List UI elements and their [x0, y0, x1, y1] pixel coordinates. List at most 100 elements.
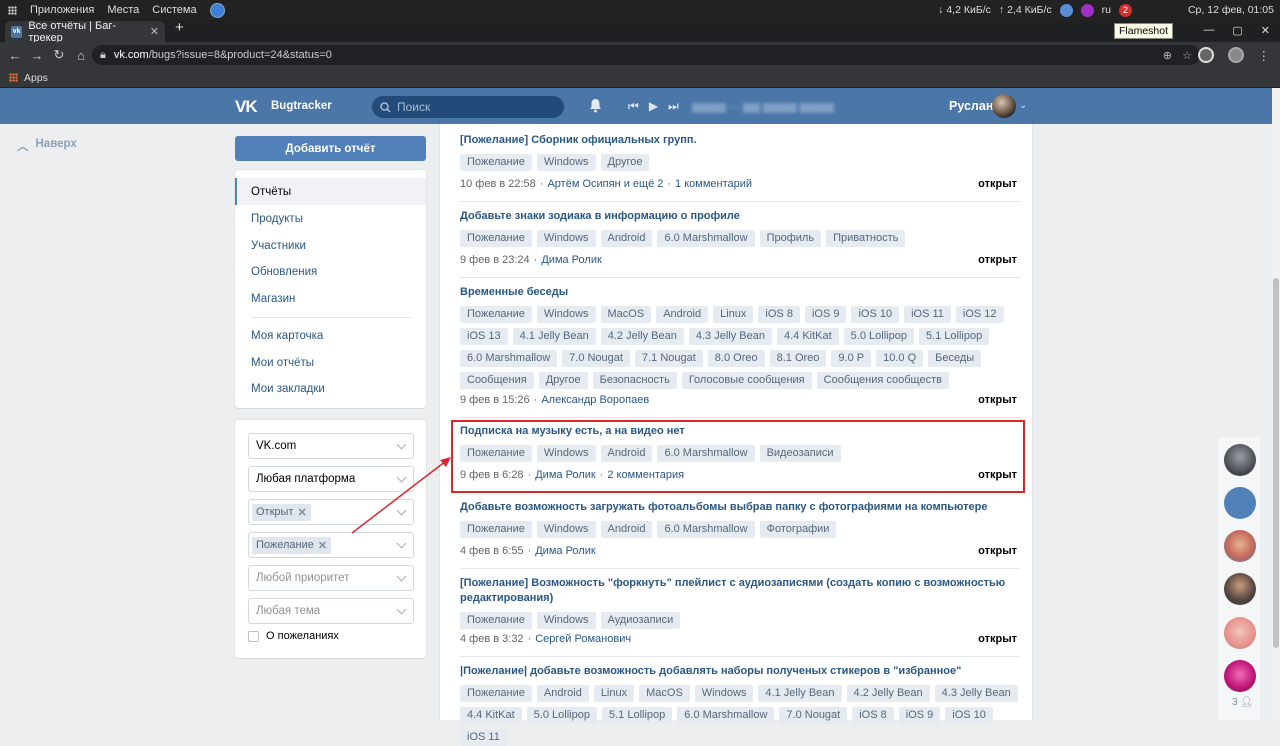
- report-tag[interactable]: Безопасность: [592, 372, 677, 389]
- report-tag[interactable]: Фотографии: [759, 521, 837, 538]
- report-tag[interactable]: 4.2 Jelly Bean: [846, 685, 930, 702]
- report-tag[interactable]: 4.1 Jelly Bean: [758, 685, 842, 702]
- report-tag[interactable]: 4.3 Jelly Bean: [688, 328, 772, 345]
- report-tag[interactable]: Аудиозаписи: [600, 612, 681, 629]
- report-tag[interactable]: iOS 9: [898, 707, 941, 724]
- report-tag[interactable]: Linux: [593, 685, 635, 702]
- report-tag[interactable]: Другое: [600, 154, 650, 171]
- report-tag[interactable]: iOS 11: [460, 729, 507, 746]
- report-tag[interactable]: Пожелание: [460, 612, 532, 629]
- report-tag[interactable]: iOS 8: [852, 707, 894, 724]
- menu-item-updates[interactable]: Обновления: [235, 258, 426, 285]
- menu-item-my-reports[interactable]: Мои отчёты: [235, 349, 426, 376]
- report-tag[interactable]: 6.0 Marshmallow: [657, 521, 755, 538]
- report-tag[interactable]: 6.0 Marshmallow: [460, 350, 558, 367]
- report-author[interactable]: Дима Ролик: [541, 254, 601, 266]
- report-author[interactable]: Дима Ролик: [535, 545, 595, 557]
- user-avatar[interactable]: [992, 94, 1016, 118]
- new-tab-icon[interactable]: +: [175, 19, 184, 36]
- report-title[interactable]: [Пожелание] Сборник официальных групп.: [460, 133, 1020, 148]
- chevron-down-icon[interactable]: ⌄: [1019, 100, 1027, 111]
- browser-tab[interactable]: vk Все отчёты | Баг-трекер ✕: [5, 20, 165, 44]
- report-tag[interactable]: Windows: [536, 154, 596, 171]
- tray-flameshot-icon[interactable]: [1080, 3, 1094, 17]
- report-title[interactable]: Временные беседы: [460, 285, 1020, 300]
- report-tag[interactable]: Windows: [536, 230, 596, 247]
- report-tag[interactable]: Пожелание: [460, 685, 532, 702]
- report-tag[interactable]: 5.1 Lollipop: [601, 707, 673, 724]
- menu-item-my-card[interactable]: Моя карточка: [235, 322, 426, 349]
- report-tag[interactable]: 6.0 Marshmallow: [657, 230, 755, 247]
- report-author[interactable]: Артём Осипян и ещё 2: [547, 178, 663, 190]
- report-title[interactable]: Добавьте знаки зодиака в информацию о пр…: [460, 209, 1020, 224]
- report-tag[interactable]: 4.4 KitKat: [460, 707, 522, 724]
- site-filter-select[interactable]: VK.com: [248, 433, 414, 459]
- menu-item-members[interactable]: Участники: [235, 232, 426, 259]
- report-tag[interactable]: iOS 10: [945, 707, 993, 724]
- report-title[interactable]: [Пожелание] Возможность "форкнуть" плейл…: [460, 576, 1020, 606]
- report-author[interactable]: Александр Воропаев: [541, 394, 649, 406]
- report-tag[interactable]: Беседы: [928, 350, 982, 367]
- friend-avatar[interactable]: [1224, 530, 1256, 562]
- friend-avatar[interactable]: [1224, 617, 1256, 649]
- report-tag[interactable]: Другое: [538, 372, 588, 389]
- platform-filter-select[interactable]: Любая платформа: [248, 466, 414, 492]
- search-input[interactable]: [397, 100, 547, 114]
- section-title[interactable]: Bugtracker: [271, 100, 332, 112]
- report-tag[interactable]: 7.1 Nougat: [634, 350, 703, 367]
- report-tag[interactable]: iOS 10: [851, 306, 900, 323]
- apps-grid-icon[interactable]: [8, 5, 17, 15]
- report-tag[interactable]: 7.0 Nougat: [562, 350, 630, 367]
- scrollbar-thumb[interactable]: [1273, 278, 1279, 648]
- report-tag[interactable]: Android: [600, 230, 653, 247]
- notification-badge[interactable]: 2: [1118, 3, 1132, 17]
- reload-icon[interactable]: ↻: [48, 47, 70, 63]
- report-comments[interactable]: 1 комментарий: [675, 178, 752, 190]
- home-icon[interactable]: ⌂: [70, 48, 92, 63]
- bookmark-star-icon[interactable]: ☆: [1182, 49, 1192, 62]
- report-tag[interactable]: Linux: [713, 306, 754, 323]
- wishes-checkbox-row[interactable]: О пожеланиях: [248, 630, 339, 642]
- report-tag[interactable]: iOS 11: [904, 306, 951, 323]
- system-menu-places[interactable]: Места: [107, 4, 139, 16]
- report-tag[interactable]: 8.1 Oreo: [769, 350, 827, 367]
- system-menu-apps[interactable]: Приложения: [30, 4, 94, 16]
- close-tab-icon[interactable]: ✕: [150, 25, 159, 38]
- scroll-up-button[interactable]: ︿ Наверх: [17, 138, 77, 154]
- report-tag[interactable]: 5.1 Lollipop: [918, 328, 990, 345]
- user-name[interactable]: Руслан: [949, 99, 993, 113]
- report-tag[interactable]: MacOS: [600, 306, 652, 323]
- remove-chip-icon[interactable]: ✕: [318, 539, 327, 552]
- maximize-icon[interactable]: ▢: [1232, 24, 1242, 37]
- current-track-blurred[interactable]: ▆▆▆▆ — ▆▆ ▆▆▆▆ ▆▆▆▆: [692, 100, 834, 113]
- apps-bookmark[interactable]: Apps: [24, 72, 48, 84]
- report-tag[interactable]: 5.0 Lollipop: [843, 328, 914, 345]
- remove-chip-icon[interactable]: ✕: [297, 506, 306, 519]
- report-tag[interactable]: Windows: [536, 521, 596, 538]
- report-author[interactable]: Сергей Романович: [535, 633, 631, 645]
- report-tag[interactable]: 5.0 Lollipop: [526, 707, 597, 724]
- report-tag[interactable]: 4.2 Jelly Bean: [600, 328, 684, 345]
- report-tag[interactable]: 8.0 Oreo: [707, 350, 765, 367]
- browser-launcher-icon[interactable]: [209, 2, 225, 18]
- report-tag[interactable]: 6.0 Marshmallow: [677, 707, 775, 724]
- zoom-icon[interactable]: ⊕: [1163, 49, 1172, 62]
- browser-menu-icon[interactable]: ⋮: [1258, 48, 1271, 63]
- address-bar[interactable]: 🔒︎ vk.com/bugs?issue=8&product=24&status…: [92, 45, 1200, 65]
- wishes-checkbox[interactable]: [248, 630, 259, 642]
- tray-telegram-icon[interactable]: [1059, 3, 1073, 17]
- friend-avatar[interactable]: [1224, 444, 1256, 476]
- report-tag[interactable]: iOS 13: [460, 328, 508, 345]
- report-title[interactable]: |Пожелание| добавьте возможность добавля…: [460, 664, 1020, 679]
- report-tag[interactable]: Профиль: [759, 230, 822, 247]
- report-tag[interactable]: Пожелание: [460, 154, 532, 171]
- add-report-button[interactable]: Добавить отчёт: [235, 136, 426, 161]
- report-tag[interactable]: iOS 12: [955, 306, 1004, 323]
- report-tag[interactable]: Голосовые сообщения: [681, 372, 812, 389]
- report-tag[interactable]: Пожелание: [460, 521, 532, 538]
- report-tag[interactable]: Сообщения: [460, 372, 534, 389]
- report-tag[interactable]: Android: [600, 521, 653, 538]
- report-tag[interactable]: Windows: [536, 306, 596, 323]
- friend-avatar[interactable]: [1224, 487, 1256, 519]
- report-tag[interactable]: 4.3 Jelly Bean: [934, 685, 1018, 702]
